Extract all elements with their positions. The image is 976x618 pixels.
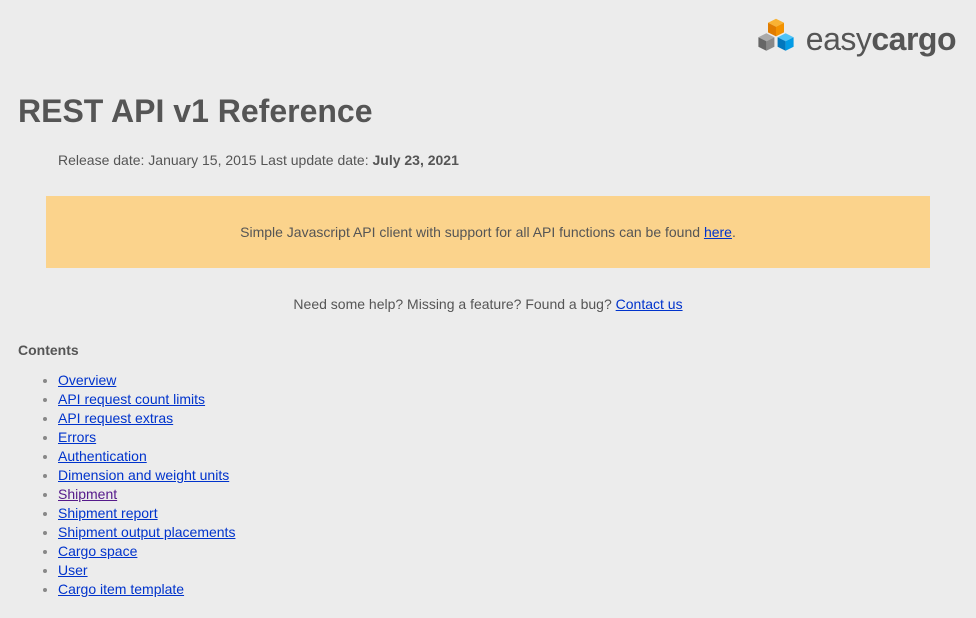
- logo[interactable]: easycargo: [752, 14, 956, 65]
- list-item: Cargo item template: [58, 581, 958, 597]
- list-item: Overview: [58, 372, 958, 388]
- toc-link-shipment-output[interactable]: Shipment output placements: [58, 524, 235, 540]
- list-item: Shipment report: [58, 505, 958, 521]
- contact-link[interactable]: Contact us: [616, 296, 683, 312]
- release-date: January 15, 2015: [148, 152, 256, 168]
- toc-link-request-limits[interactable]: API request count limits: [58, 391, 205, 407]
- banner-text: Simple Javascript API client with suppor…: [240, 224, 704, 240]
- toc-link-cargo-space[interactable]: Cargo space: [58, 543, 137, 559]
- list-item: API request extras: [58, 410, 958, 426]
- update-date: July 23, 2021: [372, 152, 458, 168]
- list-item: Shipment output placements: [58, 524, 958, 540]
- list-item: Dimension and weight units: [58, 467, 958, 483]
- list-item: API request count limits: [58, 391, 958, 407]
- toc-link-errors[interactable]: Errors: [58, 429, 96, 445]
- toc-link-authentication[interactable]: Authentication: [58, 448, 147, 464]
- help-line: Need some help? Missing a feature? Found…: [18, 296, 958, 312]
- list-item: Errors: [58, 429, 958, 445]
- update-label: Last update date:: [257, 152, 373, 168]
- list-item: Authentication: [58, 448, 958, 464]
- dates-line: Release date: January 15, 2015 Last upda…: [58, 152, 958, 168]
- logo-text-light: easy: [806, 21, 872, 57]
- toc-link-request-extras[interactable]: API request extras: [58, 410, 173, 426]
- banner-link[interactable]: here: [704, 224, 732, 240]
- toc-link-shipment[interactable]: Shipment: [58, 486, 117, 502]
- logo-cubes-icon: [752, 14, 800, 65]
- list-item: Shipment: [58, 486, 958, 502]
- contents-heading: Contents: [18, 342, 958, 358]
- help-text: Need some help? Missing a feature? Found…: [293, 296, 615, 312]
- toc-link-overview[interactable]: Overview: [58, 372, 116, 388]
- list-item: Cargo space: [58, 543, 958, 559]
- toc-link-user[interactable]: User: [58, 562, 88, 578]
- list-item: User: [58, 562, 958, 578]
- contents-list: Overview API request count limits API re…: [58, 372, 958, 597]
- toc-link-units[interactable]: Dimension and weight units: [58, 467, 229, 483]
- logo-text-bold: cargo: [871, 21, 956, 57]
- page-title: REST API v1 Reference: [18, 93, 958, 130]
- toc-link-cargo-item-template[interactable]: Cargo item template: [58, 581, 184, 597]
- release-label: Release date:: [58, 152, 148, 168]
- header: easycargo: [18, 14, 958, 65]
- toc-link-shipment-report[interactable]: Shipment report: [58, 505, 158, 521]
- logo-text: easycargo: [806, 21, 956, 58]
- notice-banner: Simple Javascript API client with suppor…: [46, 196, 930, 268]
- banner-suffix: .: [732, 224, 736, 240]
